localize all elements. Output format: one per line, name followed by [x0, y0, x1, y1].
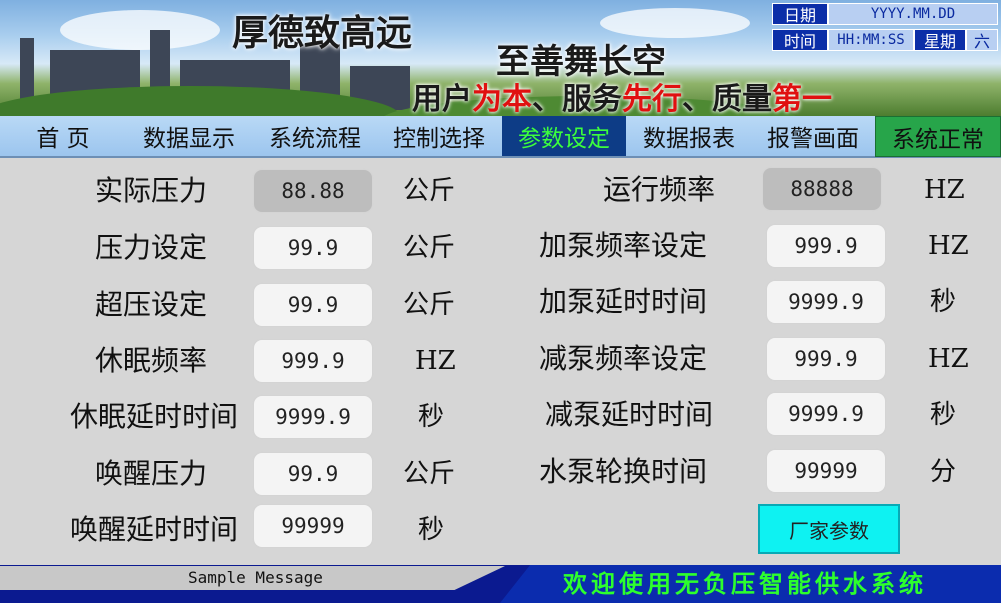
sleep-delay-input[interactable]: 9999.9: [254, 396, 372, 438]
param-label: 运行频率: [603, 173, 716, 206]
wake-pressure-input[interactable]: 99.9: [254, 453, 372, 495]
param-unit: 公斤: [403, 290, 456, 320]
param-unit: 秒: [930, 287, 957, 317]
param-label: 休眠频率: [95, 344, 208, 377]
param-unit: 秒: [930, 400, 957, 430]
nav-control-select[interactable]: 控制选择: [378, 116, 500, 156]
slogan-part: 、质量: [682, 82, 772, 116]
factory-params-button[interactable]: 厂家参数: [758, 504, 900, 554]
main-nav: 首 页 数据显示 系统流程 控制选择 参数设定 数据报表 报警画面: [0, 116, 1001, 158]
param-label: 休眠延时时间: [70, 400, 239, 433]
nav-data-display[interactable]: 数据显示: [128, 116, 250, 156]
param-label: 减泵延时时间: [545, 398, 714, 431]
cloud-decoration: [60, 10, 220, 50]
slogan-highlight: 为本: [472, 82, 532, 116]
nav-system-flow[interactable]: 系统流程: [254, 116, 376, 156]
week-value: 六: [966, 29, 998, 51]
nav-param-settings[interactable]: 参数设定: [502, 116, 626, 156]
add-pump-delay-input[interactable]: 9999.9: [767, 281, 885, 323]
param-unit: HZ: [928, 231, 969, 261]
time-value: HH:MM:SS: [828, 29, 914, 51]
time-row: 时间 HH:MM:SS 星期 六: [772, 29, 998, 51]
date-row: 日期 YYYY.MM.DD: [772, 3, 998, 25]
param-unit: 公斤: [403, 176, 456, 206]
slogan-highlight: 先行: [622, 82, 682, 116]
overpressure-setpoint-input[interactable]: 99.9: [254, 284, 372, 326]
running-frequency-display: 88888: [763, 168, 881, 210]
pump-rotation-time-input[interactable]: 99999: [767, 450, 885, 492]
system-status-badge: 系统正常: [875, 116, 1001, 157]
date-value: YYYY.MM.DD: [828, 3, 998, 25]
reduce-pump-delay-input[interactable]: 9999.9: [767, 393, 885, 435]
week-label: 星期: [914, 29, 966, 51]
param-label: 超压设定: [95, 288, 208, 321]
param-unit: 秒: [418, 402, 445, 432]
datetime-panel: 日期 YYYY.MM.DD 时间 HH:MM:SS 星期 六: [772, 3, 998, 55]
slogan-line-1: 厚德致高远: [232, 12, 413, 54]
param-unit: HZ: [924, 175, 965, 205]
nav-data-report[interactable]: 数据报表: [628, 116, 750, 156]
reduce-pump-frequency-input[interactable]: 999.9: [767, 338, 885, 380]
param-label: 水泵轮换时间: [539, 455, 708, 488]
param-label: 压力设定: [95, 231, 208, 264]
param-label: 实际压力: [95, 174, 208, 207]
nav-home[interactable]: 首 页: [8, 116, 118, 156]
param-label: 唤醒延时时间: [70, 513, 239, 546]
slogan-part: 、服务: [532, 82, 622, 116]
param-unit: 公斤: [403, 233, 456, 263]
welcome-text: 欢迎使用无负压智能供水系统: [563, 569, 927, 598]
nav-alarm-screen[interactable]: 报警画面: [752, 116, 874, 156]
status-message: Sample Message: [188, 568, 323, 587]
param-label: 唤醒压力: [95, 457, 208, 490]
param-unit: 分: [930, 457, 957, 487]
param-unit: 秒: [418, 515, 445, 545]
pressure-setpoint-input[interactable]: 99.9: [254, 227, 372, 269]
slogan-highlight: 第一: [772, 82, 832, 116]
param-unit: HZ: [928, 344, 969, 374]
slogan-part: 用户: [412, 82, 472, 116]
param-label: 加泵延时时间: [539, 285, 708, 318]
time-label: 时间: [772, 29, 828, 51]
header-banner: 厚德致高远 至善舞长空 用户为本、服务先行、质量第一 日期 YYYY.MM.DD…: [0, 0, 1001, 116]
slogan-line-3: 用户为本、服务先行、质量第一: [412, 74, 832, 116]
param-unit: HZ: [415, 346, 456, 376]
sleep-frequency-input[interactable]: 999.9: [254, 340, 372, 382]
wake-delay-input[interactable]: 99999: [254, 505, 372, 547]
param-label: 加泵频率设定: [539, 229, 708, 262]
param-label: 减泵频率设定: [539, 342, 708, 375]
actual-pressure-display: 88.88: [254, 170, 372, 212]
param-unit: 公斤: [403, 459, 456, 489]
add-pump-frequency-input[interactable]: 999.9: [767, 225, 885, 267]
date-label: 日期: [772, 3, 828, 25]
